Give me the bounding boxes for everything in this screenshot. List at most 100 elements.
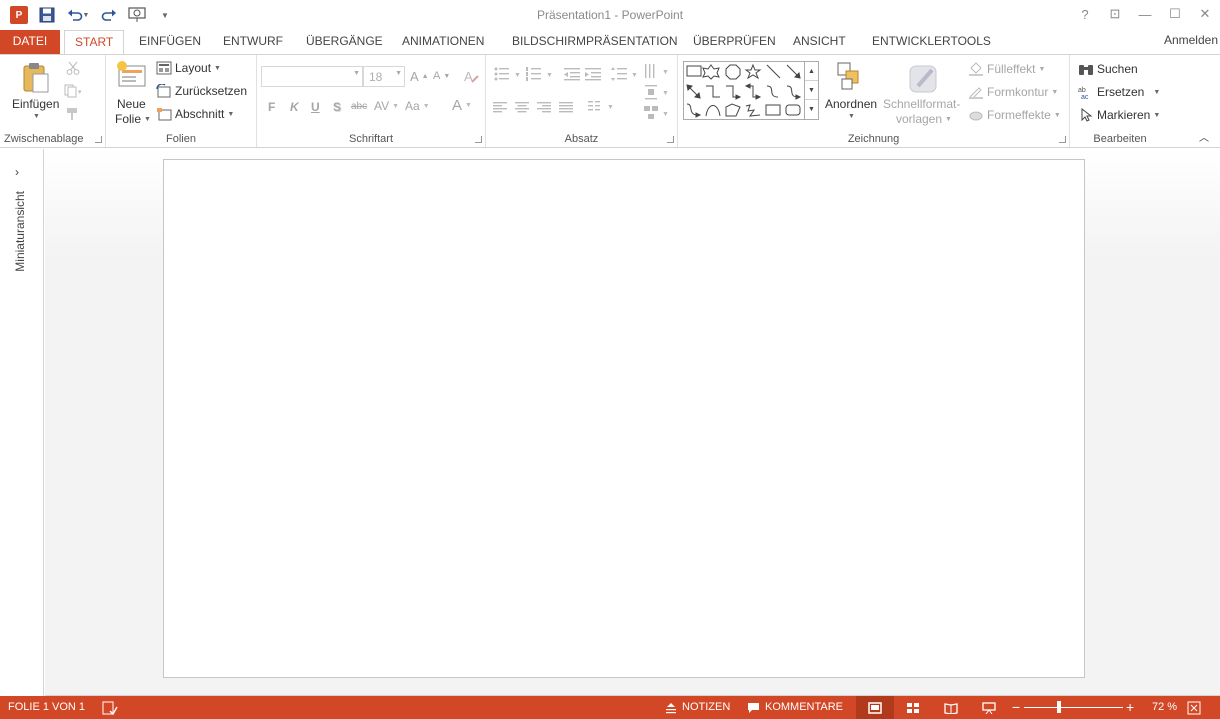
- tab-design[interactable]: ENTWURF: [213, 30, 293, 54]
- notes-button[interactable]: NOTIZEN: [665, 696, 730, 719]
- justify-icon[interactable]: [558, 101, 574, 116]
- new-slide-dropdown[interactable]: Folie ▼: [115, 112, 151, 126]
- quick-styles-label[interactable]: Schnellformat-: [883, 97, 960, 111]
- collapse-ribbon-icon[interactable]: ︿: [1199, 129, 1209, 144]
- columns-icon[interactable]: ▼: [587, 99, 617, 116]
- maximize-button[interactable]: ☐: [1160, 0, 1190, 28]
- drawing-launcher-icon[interactable]: [1059, 136, 1066, 143]
- arrange-button[interactable]: Anordnen: [825, 97, 877, 111]
- line-spacing-icon[interactable]: ▼: [610, 66, 638, 85]
- tab-review[interactable]: ÜBERPRÜFEN: [683, 30, 786, 54]
- layout-button[interactable]: Layout ▼: [156, 61, 221, 75]
- text-direction-icon[interactable]: ▼: [643, 62, 671, 83]
- arrange-icon[interactable]: [836, 61, 866, 94]
- align-left-icon[interactable]: [492, 101, 508, 116]
- italic-button[interactable]: K: [290, 100, 299, 114]
- find-button[interactable]: Suchen: [1078, 62, 1138, 76]
- font-size-box[interactable]: 18 ▼: [363, 66, 405, 87]
- zoom-in-button[interactable]: +: [1126, 696, 1134, 719]
- quick-styles-icon[interactable]: [908, 62, 940, 97]
- clear-formatting-icon[interactable]: A: [463, 68, 479, 84]
- decrease-indent-icon[interactable]: [563, 67, 581, 84]
- reset-button[interactable]: Zurücksetzen: [156, 84, 247, 98]
- close-button[interactable]: ✕: [1190, 0, 1220, 28]
- tab-developer[interactable]: ENTWICKLERTOOLS: [862, 30, 1001, 54]
- shape-effects-button[interactable]: Formeffekte ▼: [968, 108, 1061, 122]
- tab-insert[interactable]: EINFÜGEN: [129, 30, 211, 54]
- shape-fill-button[interactable]: Fülleffekt ▼: [968, 62, 1045, 76]
- group-label-paragraph: Absatz: [564, 133, 599, 145]
- tab-file[interactable]: DATEI: [0, 30, 60, 54]
- paste-button[interactable]: Einfügen: [12, 97, 59, 111]
- zoom-slider-thumb[interactable]: [1057, 701, 1061, 713]
- svg-text:▾: ▾: [78, 89, 82, 96]
- paste-dropdown[interactable]: ▼: [33, 113, 40, 120]
- replace-button[interactable]: ab ac Ersetzen ▼: [1078, 85, 1160, 99]
- bullets-icon[interactable]: ▼: [493, 66, 521, 85]
- expand-thumbnails-icon[interactable]: ›: [15, 165, 19, 179]
- new-slide-icon[interactable]: [116, 60, 148, 93]
- shapes-more[interactable]: ▼: [805, 100, 818, 119]
- reading-view-button[interactable]: [932, 696, 970, 719]
- ribbon-display-options-icon[interactable]: ⊡: [1100, 0, 1130, 28]
- increase-indent-icon[interactable]: [584, 67, 602, 84]
- help-icon[interactable]: ?: [1070, 0, 1100, 28]
- decrease-font-icon[interactable]: A ▼: [433, 70, 450, 82]
- spell-check-icon[interactable]: [102, 696, 118, 719]
- shapes-scroll-down[interactable]: ▼: [805, 81, 818, 100]
- slide-sorter-button[interactable]: [894, 696, 932, 719]
- cut-icon[interactable]: [66, 61, 80, 78]
- slideshow-button[interactable]: [970, 696, 1008, 719]
- copy-icon[interactable]: ▾: [64, 84, 84, 101]
- tab-start[interactable]: START: [64, 30, 124, 55]
- binoculars-icon: [1079, 65, 1093, 75]
- bold-button[interactable]: F: [268, 100, 275, 114]
- numbering-icon[interactable]: ▼: [525, 66, 553, 85]
- group-drawing: ▲ ▼ ▼ Anordnen ▼ Schnellformat- vorlagen…: [678, 55, 1070, 147]
- new-slide-label[interactable]: Neue: [117, 97, 146, 111]
- arrange-dropdown[interactable]: ▼: [848, 113, 855, 120]
- comment-icon: [748, 702, 759, 713]
- font-name-box[interactable]: ▼: [261, 66, 363, 87]
- font-launcher-icon[interactable]: [475, 136, 482, 143]
- align-right-icon[interactable]: [536, 101, 552, 116]
- shapes-gallery[interactable]: ▲ ▼ ▼: [683, 61, 819, 120]
- group-slides: Neue Folie ▼ Layout ▼ Zurücksetzen Abschni…: [106, 55, 257, 147]
- paragraph-launcher-icon[interactable]: [667, 136, 674, 143]
- thumbnail-pane-label[interactable]: Miniaturansicht: [13, 191, 27, 272]
- minimize-button[interactable]: —: [1130, 0, 1160, 28]
- slide-canvas[interactable]: [163, 159, 1085, 678]
- layout-icon: [156, 61, 172, 75]
- select-button[interactable]: Markieren ▼: [1078, 108, 1160, 122]
- sign-in-link[interactable]: Anmelden: [1164, 30, 1218, 50]
- smartart-icon[interactable]: ▼: [643, 105, 671, 124]
- paste-icon[interactable]: [22, 61, 50, 96]
- comments-button[interactable]: KOMMENTARE: [747, 696, 843, 719]
- zoom-slider-track[interactable]: [1024, 707, 1123, 708]
- zoom-out-button[interactable]: −: [1012, 696, 1020, 719]
- section-button[interactable]: Abschnitt ▼: [156, 107, 234, 121]
- tab-transitions[interactable]: ÜBERGÄNGE: [296, 30, 393, 54]
- font-color-icon[interactable]: A ▼: [452, 97, 472, 114]
- group-font: ▼ 18 ▼ A ▲ A ▼ A F K U S abc AV ▼ Aa ▼ A ▼ Sch…: [257, 55, 486, 147]
- shape-outline-button[interactable]: Formkontur ▼: [968, 85, 1058, 99]
- shadow-button[interactable]: S: [333, 100, 341, 114]
- fit-to-window-icon[interactable]: [1187, 696, 1201, 719]
- tab-animations[interactable]: ANIMATIONEN: [392, 30, 494, 54]
- normal-view-button[interactable]: [856, 696, 894, 719]
- group-label-font: Schriftart: [348, 133, 393, 145]
- clipboard-launcher-icon[interactable]: [95, 136, 102, 143]
- shapes-scroll-up[interactable]: ▲: [805, 62, 818, 81]
- format-painter-icon[interactable]: [66, 107, 80, 124]
- change-case-icon[interactable]: Aa ▼: [405, 99, 430, 113]
- zoom-level[interactable]: 72 %: [1152, 696, 1177, 719]
- strikethrough-button[interactable]: abc: [351, 101, 367, 112]
- character-spacing-icon[interactable]: AV ▼: [374, 99, 399, 113]
- underline-button[interactable]: U: [311, 100, 320, 114]
- increase-font-icon[interactable]: A ▲: [410, 69, 429, 84]
- align-center-icon[interactable]: [514, 101, 530, 116]
- quick-styles-dropdown[interactable]: vorlagen ▼: [896, 112, 952, 126]
- tab-slideshow[interactable]: BILDSCHIRMPRÄSENTATION: [502, 30, 688, 54]
- align-text-icon[interactable]: ▼: [643, 84, 671, 103]
- tab-view[interactable]: ANSICHT: [783, 30, 856, 54]
